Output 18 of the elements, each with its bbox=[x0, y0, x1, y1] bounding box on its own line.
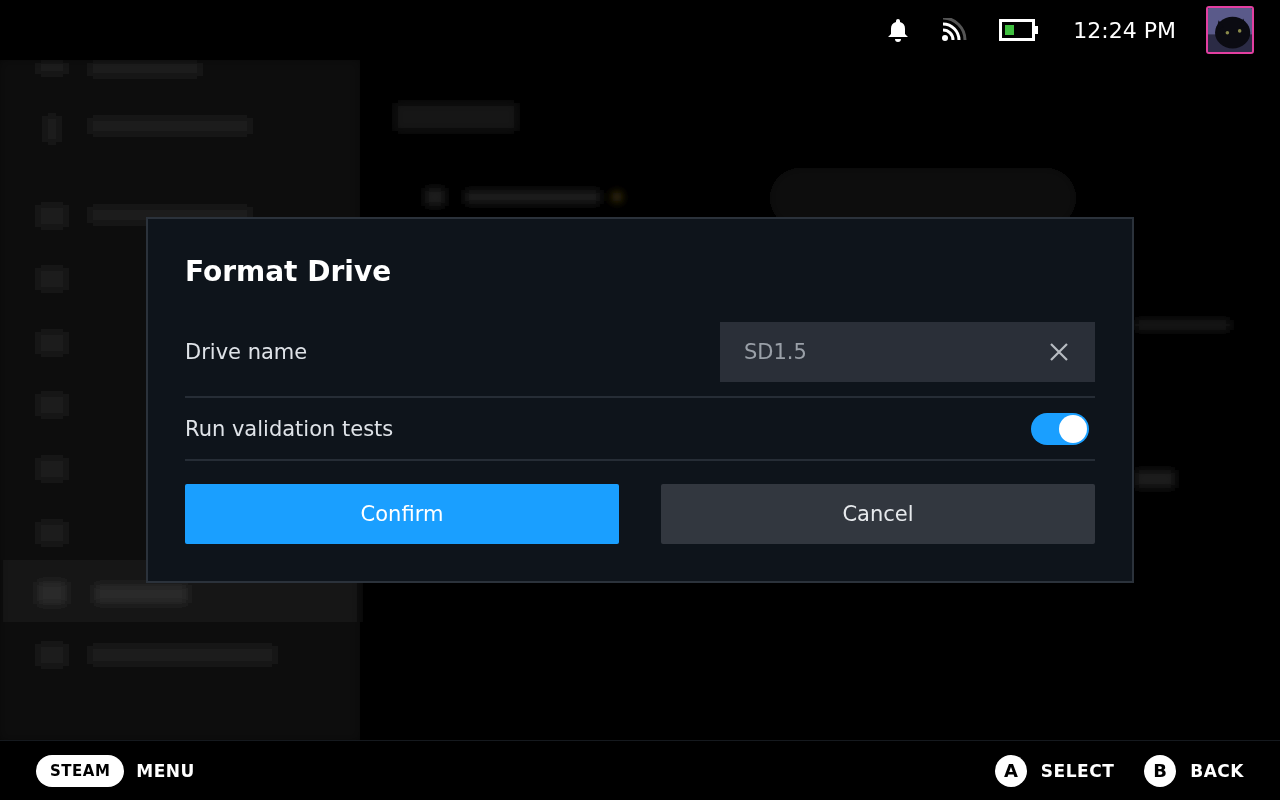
setting-label: Run validation tests bbox=[185, 416, 394, 441]
signal-icon[interactable] bbox=[941, 18, 968, 42]
clock-time: 12:24 PM bbox=[1073, 17, 1176, 43]
drive-name-field[interactable]: SD1.5 bbox=[720, 322, 1095, 382]
hint-label: MENU bbox=[136, 760, 195, 781]
controller-key: B bbox=[1144, 754, 1177, 787]
hint-label: SELECT bbox=[1040, 760, 1115, 781]
battery-icon[interactable] bbox=[999, 19, 1040, 41]
steam-key: STEAM bbox=[36, 754, 125, 787]
setting-label: Drive name bbox=[185, 340, 308, 364]
controller-key: A bbox=[994, 754, 1027, 787]
dialog-title: Format Drive bbox=[185, 255, 393, 288]
notification-bell-icon[interactable] bbox=[887, 18, 910, 42]
hint-label: BACK bbox=[1190, 760, 1244, 781]
clear-icon[interactable] bbox=[1049, 342, 1069, 362]
toggle-switch[interactable] bbox=[1031, 412, 1089, 445]
cancel-button[interactable]: Cancel bbox=[661, 484, 1095, 544]
confirm-button[interactable]: Confirm bbox=[185, 484, 619, 544]
